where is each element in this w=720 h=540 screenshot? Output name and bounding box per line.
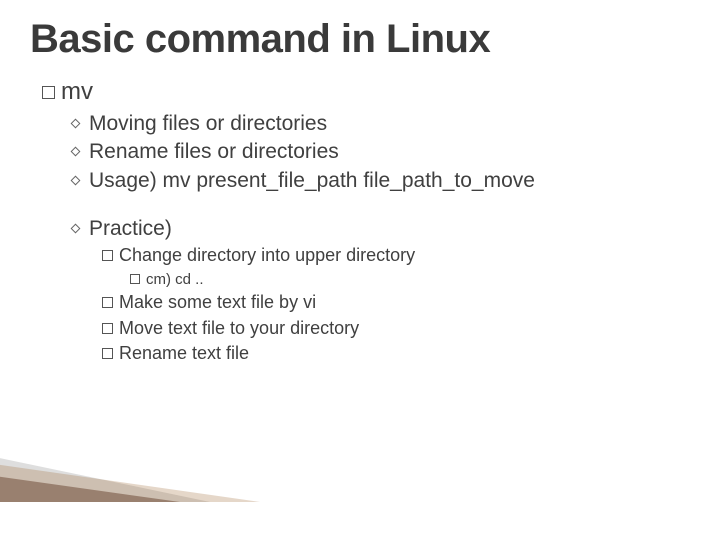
square-bullet-icon <box>42 86 55 99</box>
corner-decoration <box>0 442 270 502</box>
practice-item: Rename text file <box>102 341 690 366</box>
practice-subitem: cm) cd .. <box>130 269 690 291</box>
slide-title: Basic command in Linux <box>30 18 690 60</box>
diamond-bullet-icon <box>71 175 81 185</box>
practice-text: Move text file to your directory <box>119 318 359 338</box>
practice-subtext: cm) cd .. <box>146 271 204 288</box>
command-text: mv <box>61 78 93 105</box>
practice-item: Change directory into upper directory <box>102 243 690 268</box>
bullet-item: Rename files or directories <box>72 138 690 166</box>
square-bullet-icon <box>102 297 113 308</box>
bullet-text: Usage) mv present_file_path file_path_to… <box>89 169 535 192</box>
diamond-bullet-icon <box>71 147 81 157</box>
practice-heading: Practice) <box>72 215 690 243</box>
bullet-text: Rename files or directories <box>89 140 339 163</box>
practice-text: Change directory into upper directory <box>119 245 415 265</box>
practice-text: Make some text file by vi <box>119 292 316 312</box>
diamond-bullet-icon <box>71 224 81 234</box>
square-bullet-icon <box>102 250 113 261</box>
practice-text: Rename text file <box>119 343 249 363</box>
practice-item: Move text file to your directory <box>102 316 690 341</box>
square-bullet-icon <box>102 348 113 359</box>
practice-item: Make some text file by vi <box>102 290 690 315</box>
bullet-item: Moving files or directories <box>72 110 690 138</box>
spacer <box>30 195 690 215</box>
diamond-bullet-icon <box>71 119 81 129</box>
slide: Basic command in Linux mv Moving files o… <box>0 0 720 366</box>
square-bullet-icon <box>130 274 140 284</box>
square-bullet-icon <box>102 323 113 334</box>
practice-label: Practice) <box>89 217 172 240</box>
bullet-item: Usage) mv present_file_path file_path_to… <box>72 167 690 195</box>
triangle-icon <box>0 474 180 502</box>
command-name: mv <box>42 78 690 106</box>
bullet-text: Moving files or directories <box>89 112 327 135</box>
